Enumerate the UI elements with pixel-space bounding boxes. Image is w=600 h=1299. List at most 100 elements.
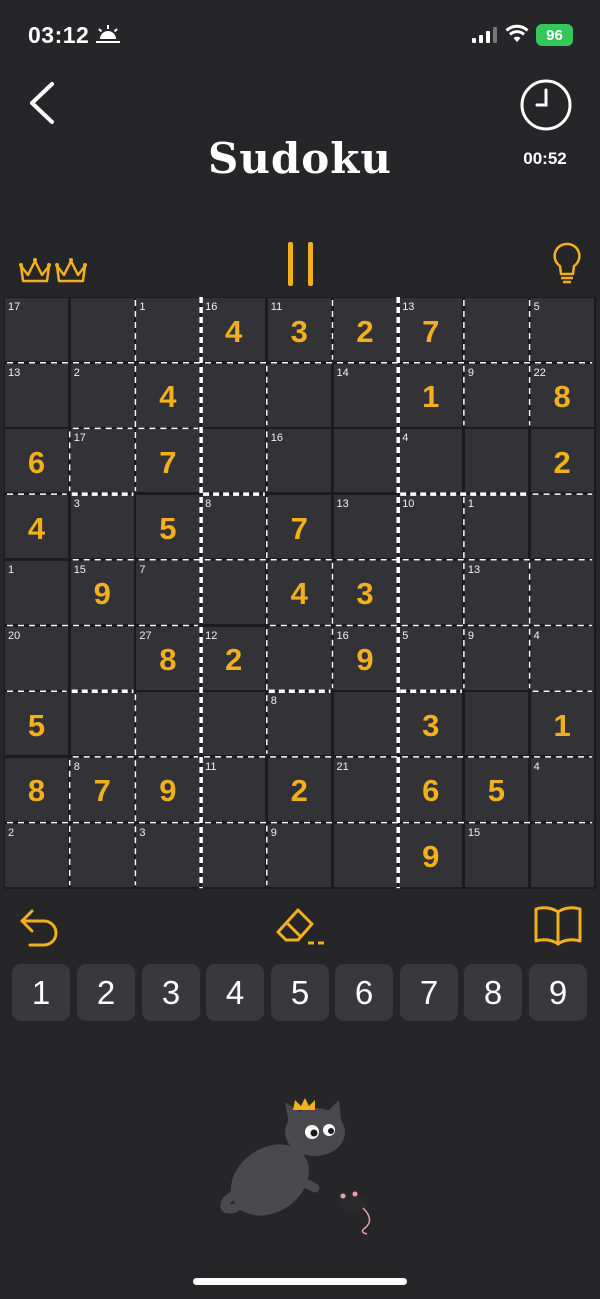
key-2[interactable]: 2 xyxy=(77,964,135,1021)
grid-cell-r2c1[interactable]: 13 xyxy=(5,363,68,427)
key-1[interactable]: 1 xyxy=(12,964,70,1021)
grid-cell-r8c5[interactable]: 2 xyxy=(267,757,331,821)
grid-cell-r9c7[interactable]: 9 xyxy=(399,823,463,887)
grid-cell-r9c3[interactable]: 3 xyxy=(136,823,200,887)
key-3[interactable]: 3 xyxy=(142,964,200,1021)
grid-cell-r6c9[interactable]: 4 xyxy=(530,626,594,690)
grid-cell-r9c1[interactable]: 2 xyxy=(5,823,68,887)
grid-cell-r4c3[interactable]: 5 xyxy=(136,495,200,559)
grid-cell-r3c2[interactable]: 17 xyxy=(70,429,134,493)
grid-cell-r4c8[interactable]: 1 xyxy=(464,495,528,559)
grid-cell-r9c8[interactable]: 15 xyxy=(464,823,528,887)
grid-cell-r6c4[interactable]: 2 12 xyxy=(202,626,266,690)
grid-cell-r1c9[interactable]: 5 xyxy=(530,298,594,361)
grid-cell-r4c7[interactable]: 10 xyxy=(399,495,463,559)
grid-cell-r5c6[interactable]: 3 xyxy=(333,560,397,624)
key-8[interactable]: 8 xyxy=(464,964,522,1021)
grid-cell-r8c6[interactable]: 21 xyxy=(333,757,397,821)
grid-cell-r5c9[interactable] xyxy=(530,560,594,624)
grid-cell-r7c3[interactable] xyxy=(136,692,200,756)
grid-cell-r2c4[interactable] xyxy=(202,363,266,427)
grid-cell-r6c6[interactable]: 9 16 xyxy=(333,626,397,690)
grid-cell-r4c6[interactable]: 13 xyxy=(333,495,397,559)
grid-cell-r2c6[interactable]: 14 xyxy=(333,363,397,427)
grid-cell-r9c6[interactable] xyxy=(333,823,397,887)
grid-cell-r2c9[interactable]: 8 22 xyxy=(530,363,594,427)
key-7[interactable]: 7 xyxy=(400,964,458,1021)
grid-cell-r3c9[interactable]: 2 xyxy=(530,429,594,493)
eraser-icon[interactable] xyxy=(274,904,328,948)
grid-cell-r8c2[interactable]: 78 xyxy=(70,757,134,821)
grid-cell-r2c2[interactable]: 2 xyxy=(70,363,134,427)
grid-cell-r4c9[interactable] xyxy=(530,495,594,559)
grid-cell-r5c4[interactable] xyxy=(202,560,266,624)
grid-cell-r9c9[interactable] xyxy=(530,823,594,887)
grid-cell-r6c1[interactable]: 20 xyxy=(5,626,68,690)
grid-cell-r8c8[interactable]: 5 xyxy=(464,757,528,821)
home-indicator[interactable] xyxy=(193,1278,407,1285)
cage-sum: 5 xyxy=(402,629,409,642)
grid-cell-r1c8[interactable] xyxy=(464,298,528,361)
key-6[interactable]: 6 xyxy=(335,964,393,1021)
rules-book-icon[interactable] xyxy=(533,904,583,946)
grid-cell-r4c5[interactable]: 7 xyxy=(267,495,331,559)
pause-button[interactable] xyxy=(285,240,317,290)
grid-cell-r7c1[interactable]: 5 xyxy=(5,692,68,756)
grid-cell-r2c8[interactable]: 9 xyxy=(464,363,528,427)
grid-cell-r3c4[interactable] xyxy=(202,429,266,493)
grid-cell-r9c5[interactable]: 9 xyxy=(267,823,331,887)
grid-cell-r1c7[interactable]: 7 13 xyxy=(399,298,463,361)
grid-cell-r9c4[interactable] xyxy=(202,823,266,887)
grid-cell-r7c2[interactable] xyxy=(70,692,134,756)
key-5[interactable]: 5 xyxy=(271,964,329,1021)
grid-cell-r8c9[interactable]: 4 xyxy=(530,757,594,821)
grid-cell-r6c7[interactable]: 5 xyxy=(399,626,463,690)
grid-cell-r7c6[interactable] xyxy=(333,692,397,756)
hint-lightbulb-icon[interactable] xyxy=(552,241,582,287)
grid-cell-r1c4[interactable]: 4 16 xyxy=(202,298,266,361)
grid-cell-r1c2[interactable] xyxy=(70,298,134,361)
grid-cell-r2c3[interactable]: 4 xyxy=(136,363,200,427)
grid-cell-r2c7[interactable]: 1 xyxy=(399,363,463,427)
grid-cell-r9c2[interactable] xyxy=(70,823,134,887)
grid-cell-r7c7[interactable]: 3 xyxy=(399,692,463,756)
grid-cell-r5c7[interactable] xyxy=(399,560,463,624)
grid-cell-r7c8[interactable] xyxy=(464,692,528,756)
grid-cell-r3c1[interactable]: 6 xyxy=(5,429,68,493)
key-9[interactable]: 9 xyxy=(529,964,587,1021)
grid-cell-r1c1[interactable]: 17 xyxy=(5,298,68,361)
grid-cell-r8c7[interactable]: 6 xyxy=(399,757,463,821)
grid-cell-r6c3[interactable]: 8 27 xyxy=(136,626,200,690)
grid-cell-r8c3[interactable]: 9 xyxy=(136,757,200,821)
key-4[interactable]: 4 xyxy=(206,964,264,1021)
grid-cell-r4c1[interactable]: 4 xyxy=(5,495,68,559)
grid-cell-r7c9[interactable]: 1 xyxy=(530,692,594,756)
grid-cell-r5c2[interactable]: 9 15 xyxy=(70,560,134,624)
grid-cell-r4c2[interactable]: 3 xyxy=(70,495,134,559)
grid-cell-r8c1[interactable]: 8 xyxy=(5,757,68,821)
grid-cell-r6c5[interactable] xyxy=(267,626,331,690)
grid-cell-r3c3[interactable]: 7 xyxy=(136,429,200,493)
cell-value xyxy=(71,824,134,887)
grid-cell-r7c4[interactable] xyxy=(202,692,266,756)
grid-cell-r3c7[interactable]: 4 xyxy=(399,429,463,493)
grid-cell-r4c4[interactable]: 8 xyxy=(202,495,266,559)
grid-cell-r6c8[interactable]: 9 xyxy=(464,626,528,690)
grid-cell-r7c5[interactable]: 8 xyxy=(267,692,331,756)
grid-cell-r5c8[interactable]: 13 xyxy=(464,560,528,624)
grid-cell-r3c8[interactable] xyxy=(464,429,528,493)
grid-cell-r5c1[interactable]: 1 xyxy=(5,560,68,624)
grid-cell-r5c3[interactable]: 7 xyxy=(136,560,200,624)
grid-cell-r3c5[interactable]: 16 xyxy=(267,429,331,493)
undo-icon[interactable] xyxy=(18,906,62,950)
grid-cell-r8c4[interactable]: 11 xyxy=(202,757,266,821)
grid-cell-r1c3[interactable]: 1 xyxy=(136,298,200,361)
grid-cell-r1c6[interactable]: 2 xyxy=(333,298,397,361)
grid-cell-r3c6[interactable] xyxy=(333,429,397,493)
clock-icon[interactable] xyxy=(519,78,573,132)
back-arrow-icon[interactable] xyxy=(24,78,64,128)
grid-cell-r5c5[interactable]: 4 xyxy=(267,560,331,624)
grid-cell-r6c2[interactable] xyxy=(70,626,134,690)
grid-cell-r2c5[interactable] xyxy=(267,363,331,427)
grid-cell-r1c5[interactable]: 3 11 xyxy=(267,298,331,361)
